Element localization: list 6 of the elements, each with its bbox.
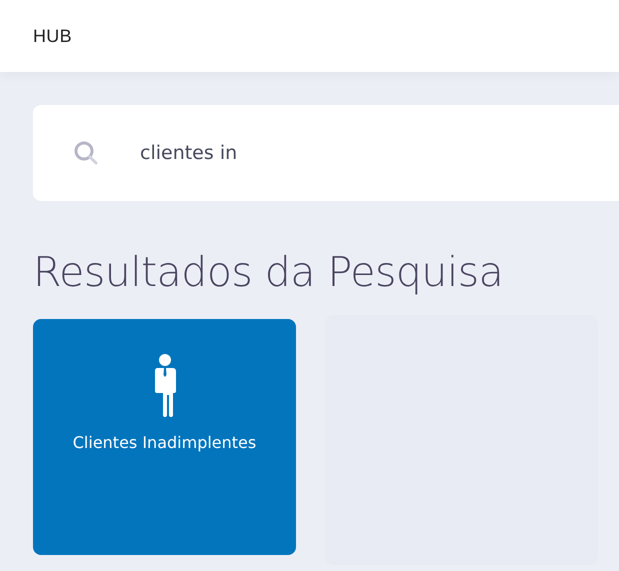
- result-tile[interactable]: Clientes Inadimplentes: [33, 319, 296, 555]
- results-heading: Resultados da Pesquisa: [33, 247, 504, 297]
- search-field[interactable]: clientes in: [33, 105, 619, 201]
- search-value: clientes in: [140, 142, 238, 164]
- search-icon: [73, 140, 99, 166]
- app-title: HUB: [33, 26, 72, 46]
